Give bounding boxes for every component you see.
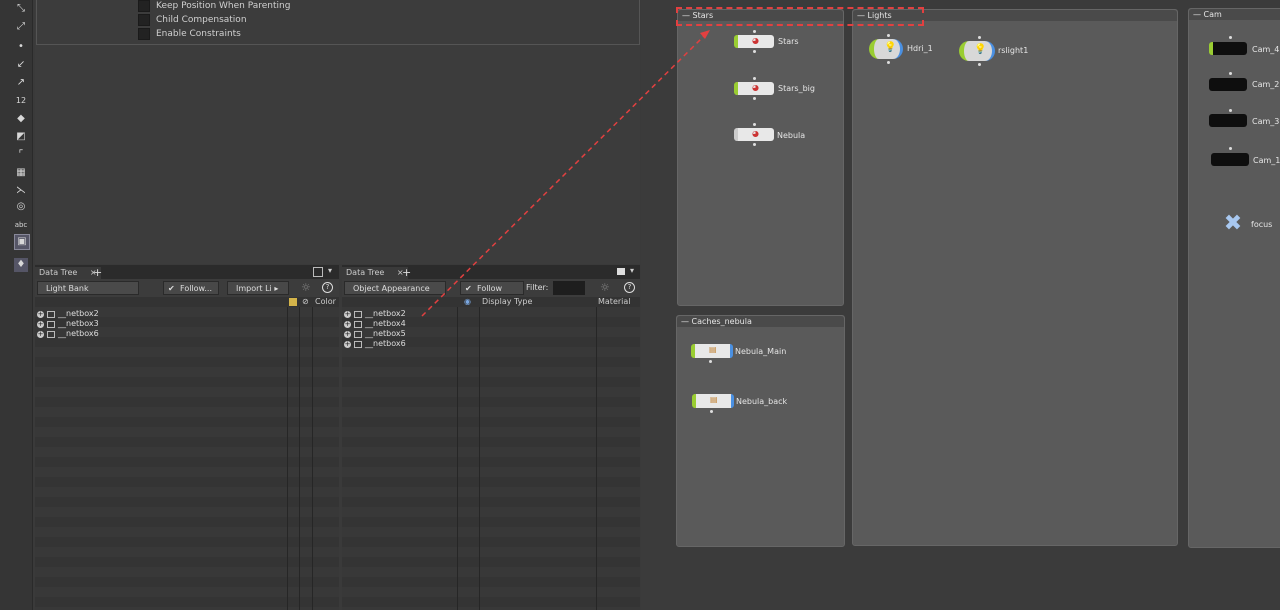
annotation-arrow: [421, 30, 710, 317]
